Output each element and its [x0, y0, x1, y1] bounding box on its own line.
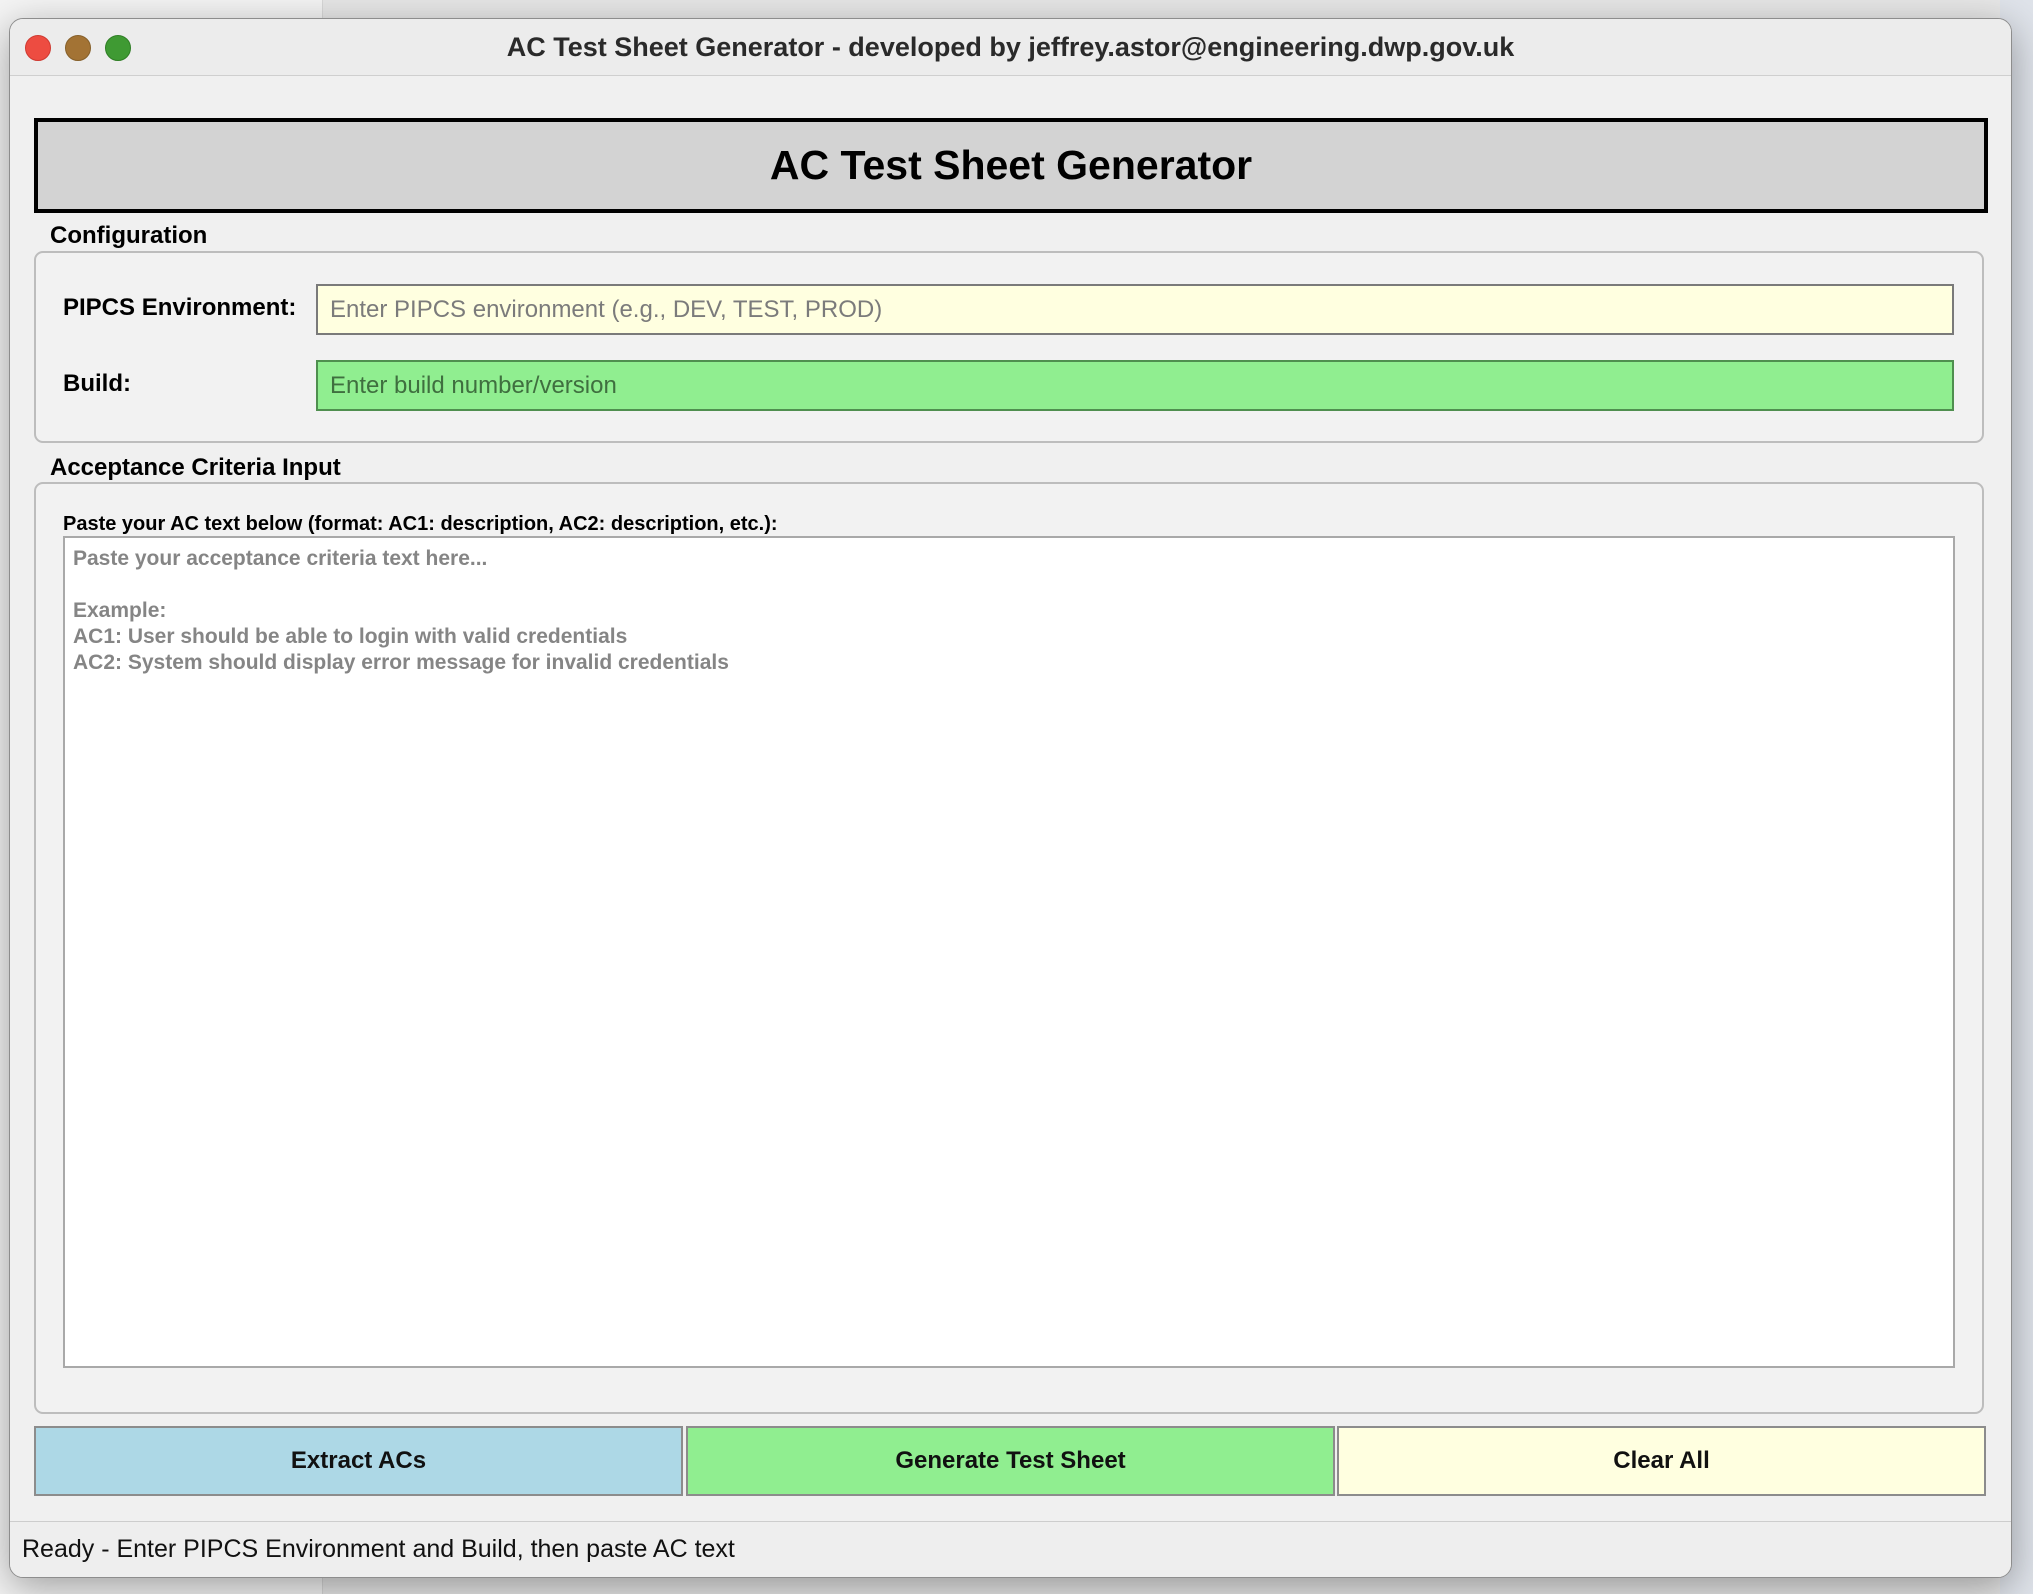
- build-label: Build:: [63, 370, 131, 397]
- configuration-group: [34, 251, 1984, 443]
- app-banner: AC Test Sheet Generator: [34, 118, 1988, 213]
- ac-format-hint: Paste your AC text below (format: AC1: d…: [63, 513, 778, 535]
- window-title: AC Test Sheet Generator - developed by j…: [506, 32, 1515, 62]
- app-window: AC Test Sheet Generator - developed by j…: [9, 18, 2012, 1578]
- app-heading: AC Test Sheet Generator: [769, 142, 1253, 188]
- pipcs-environment-input[interactable]: [316, 284, 1954, 335]
- status-text: Ready - Enter PIPCS Environment and Buil…: [22, 1535, 735, 1563]
- status-bar: Ready - Enter PIPCS Environment and Buil…: [10, 1522, 2011, 1577]
- window-content: AC Test Sheet Generator Configuration PI…: [10, 76, 2011, 1577]
- configuration-group-label: Configuration: [48, 222, 210, 250]
- generate-test-sheet-button[interactable]: Generate Test Sheet: [686, 1426, 1335, 1496]
- title-bar: AC Test Sheet Generator - developed by j…: [10, 19, 2011, 76]
- extract-acs-button[interactable]: Extract ACs: [34, 1426, 683, 1496]
- build-input[interactable]: [316, 360, 1954, 411]
- acceptance-criteria-group-label: Acceptance Criteria Input: [48, 454, 343, 482]
- pipcs-environment-label: PIPCS Environment:: [63, 294, 297, 321]
- acceptance-criteria-textarea[interactable]: [63, 536, 1955, 1368]
- clear-all-button[interactable]: Clear All: [1337, 1426, 1986, 1496]
